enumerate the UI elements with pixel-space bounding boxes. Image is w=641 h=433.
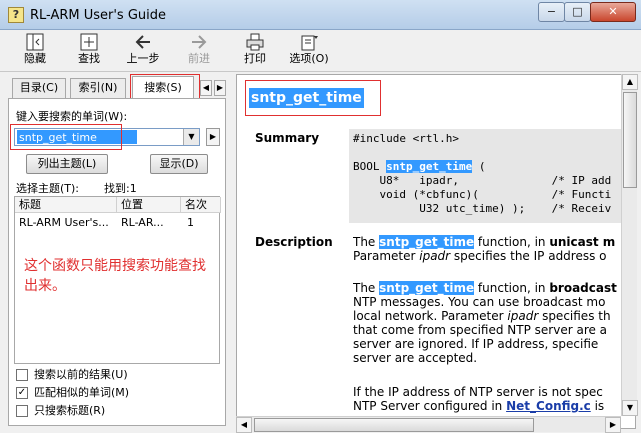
help-app-icon: ? <box>8 7 24 23</box>
column-location[interactable]: 位置 <box>117 197 181 213</box>
tab-contents[interactable]: 目录(C) <box>12 78 66 98</box>
locate-icon <box>79 32 99 52</box>
options-icon <box>299 32 319 52</box>
close-button[interactable]: ✕ <box>590 2 636 22</box>
title-bar: ? RL-ARM User's Guide − □ ✕ <box>0 0 641 30</box>
print-label: 打印 <box>244 52 266 65</box>
result-rank[interactable]: 1 <box>183 215 219 231</box>
description-title: Description <box>255 235 333 249</box>
tab-scroll-right[interactable]: ▶ <box>214 80 226 96</box>
checkbox-box-checked[interactable]: ✓ <box>16 387 28 399</box>
checkbox-match-similar[interactable]: ✓ 匹配相似的单词(M) <box>16 386 216 402</box>
description-para-1: The sntp_get_time function, in unicast m… <box>353 235 616 263</box>
select-topic-label: 选择主题(T): <box>16 182 80 195</box>
summary-title: Summary <box>255 131 320 145</box>
code-block: #include <rtl.h> BOOL sntp_get_time ( U8… <box>349 129 635 223</box>
options-button[interactable]: 选项(O) <box>286 32 332 70</box>
code-function-name: sntp_get_time <box>386 160 473 173</box>
code-line: void (*cbfunc)( /* Functi <box>353 188 612 201</box>
checkbox-label: 匹配相似的单词(M) <box>34 386 130 399</box>
checkbox-box[interactable] <box>16 369 28 381</box>
chevron-down-icon[interactable]: ▼ <box>183 129 199 145</box>
forward-arrow-icon <box>189 32 209 52</box>
heading-highlight-box <box>245 80 381 116</box>
list-topics-button[interactable]: 列出主题(L) <box>26 154 108 174</box>
scroll-thumb-horizontal[interactable] <box>254 418 534 432</box>
topic-content: sntp_get_time Summary #include <rtl.h> B… <box>236 74 636 429</box>
hide-button[interactable]: 隐藏 <box>12 32 58 70</box>
printer-icon <box>245 32 265 52</box>
column-rank[interactable]: 名次 <box>181 197 221 213</box>
code-paren: ( <box>472 160 486 173</box>
checkbox-titles-only[interactable]: 只搜索标题(R) <box>16 404 216 420</box>
hide-pane-icon <box>25 32 45 52</box>
print-button[interactable]: 打印 <box>232 32 278 70</box>
hide-label: 隐藏 <box>24 52 46 65</box>
description-para-3: If the IP address of NTP server is not s… <box>353 385 605 413</box>
tab-index[interactable]: 索引(N) <box>70 78 126 98</box>
result-title[interactable]: RL-ARM User's... <box>15 215 117 231</box>
keyword-label: 键入要搜索的单词(W): <box>16 110 128 123</box>
tab-scroll-left[interactable]: ◀ <box>200 80 212 96</box>
checkbox-search-previous[interactable]: 搜索以前的结果(U) <box>16 368 216 384</box>
found-count: 找到:1 <box>104 182 137 195</box>
column-title[interactable]: 标题 <box>15 197 117 213</box>
scroll-down-icon[interactable]: ▼ <box>622 400 638 416</box>
vertical-scrollbar[interactable]: ▲ ▼ <box>621 74 638 416</box>
back-label: 上一步 <box>126 52 160 65</box>
checkbox-box[interactable] <box>16 405 28 417</box>
description-para-2: The sntp_get_time function, in broadcast… <box>353 281 617 365</box>
code-line: U8* ipadr, /* IP add <box>353 174 612 187</box>
scroll-thumb[interactable] <box>623 92 637 188</box>
display-button[interactable]: 显示(D) <box>150 154 208 174</box>
forward-button[interactable]: 前进 <box>176 32 222 70</box>
window-title: RL-ARM User's Guide <box>30 8 167 23</box>
options-label: 选项(O) <box>289 52 329 65</box>
result-location[interactable]: RL-AR... <box>117 215 181 231</box>
scroll-up-icon[interactable]: ▲ <box>622 74 638 90</box>
code-line: U32 utc_time) ); /* Receiv <box>353 202 612 215</box>
scroll-right-icon[interactable]: ▶ <box>605 417 621 433</box>
code-line: BOOL <box>353 160 387 173</box>
back-arrow-icon <box>133 32 153 52</box>
code-line: #include <rtl.h> <box>353 132 459 145</box>
scroll-left-icon[interactable]: ◀ <box>236 417 252 433</box>
locate-label: 查找 <box>78 52 100 65</box>
chevron-right-icon[interactable]: ▶ <box>206 128 220 146</box>
search-input-highlight-box <box>10 124 122 150</box>
navigation-pane: 目录(C) 索引(N) 搜索(S) ◀ ▶ 键入要搜索的单词(W): ▼ ▶ 列… <box>4 74 232 429</box>
toolbar: 隐藏 查找 上一步 前进 打印 选项(O) <box>0 30 641 72</box>
maximize-button[interactable]: □ <box>564 2 591 22</box>
checkbox-label: 只搜索标题(R) <box>34 404 106 417</box>
minimize-button[interactable]: − <box>538 2 565 22</box>
locate-button[interactable]: 查找 <box>66 32 112 70</box>
back-button[interactable]: 上一步 <box>120 32 166 70</box>
checkbox-label: 搜索以前的结果(U) <box>34 368 128 381</box>
horizontal-scrollbar[interactable]: ◀ ▶ <box>236 416 621 433</box>
forward-label: 前进 <box>188 52 210 65</box>
net-config-link[interactable]: Net_Config.c <box>506 399 591 413</box>
annotation-note: 这个函数只能用搜索功能查找出来。 <box>24 258 206 294</box>
